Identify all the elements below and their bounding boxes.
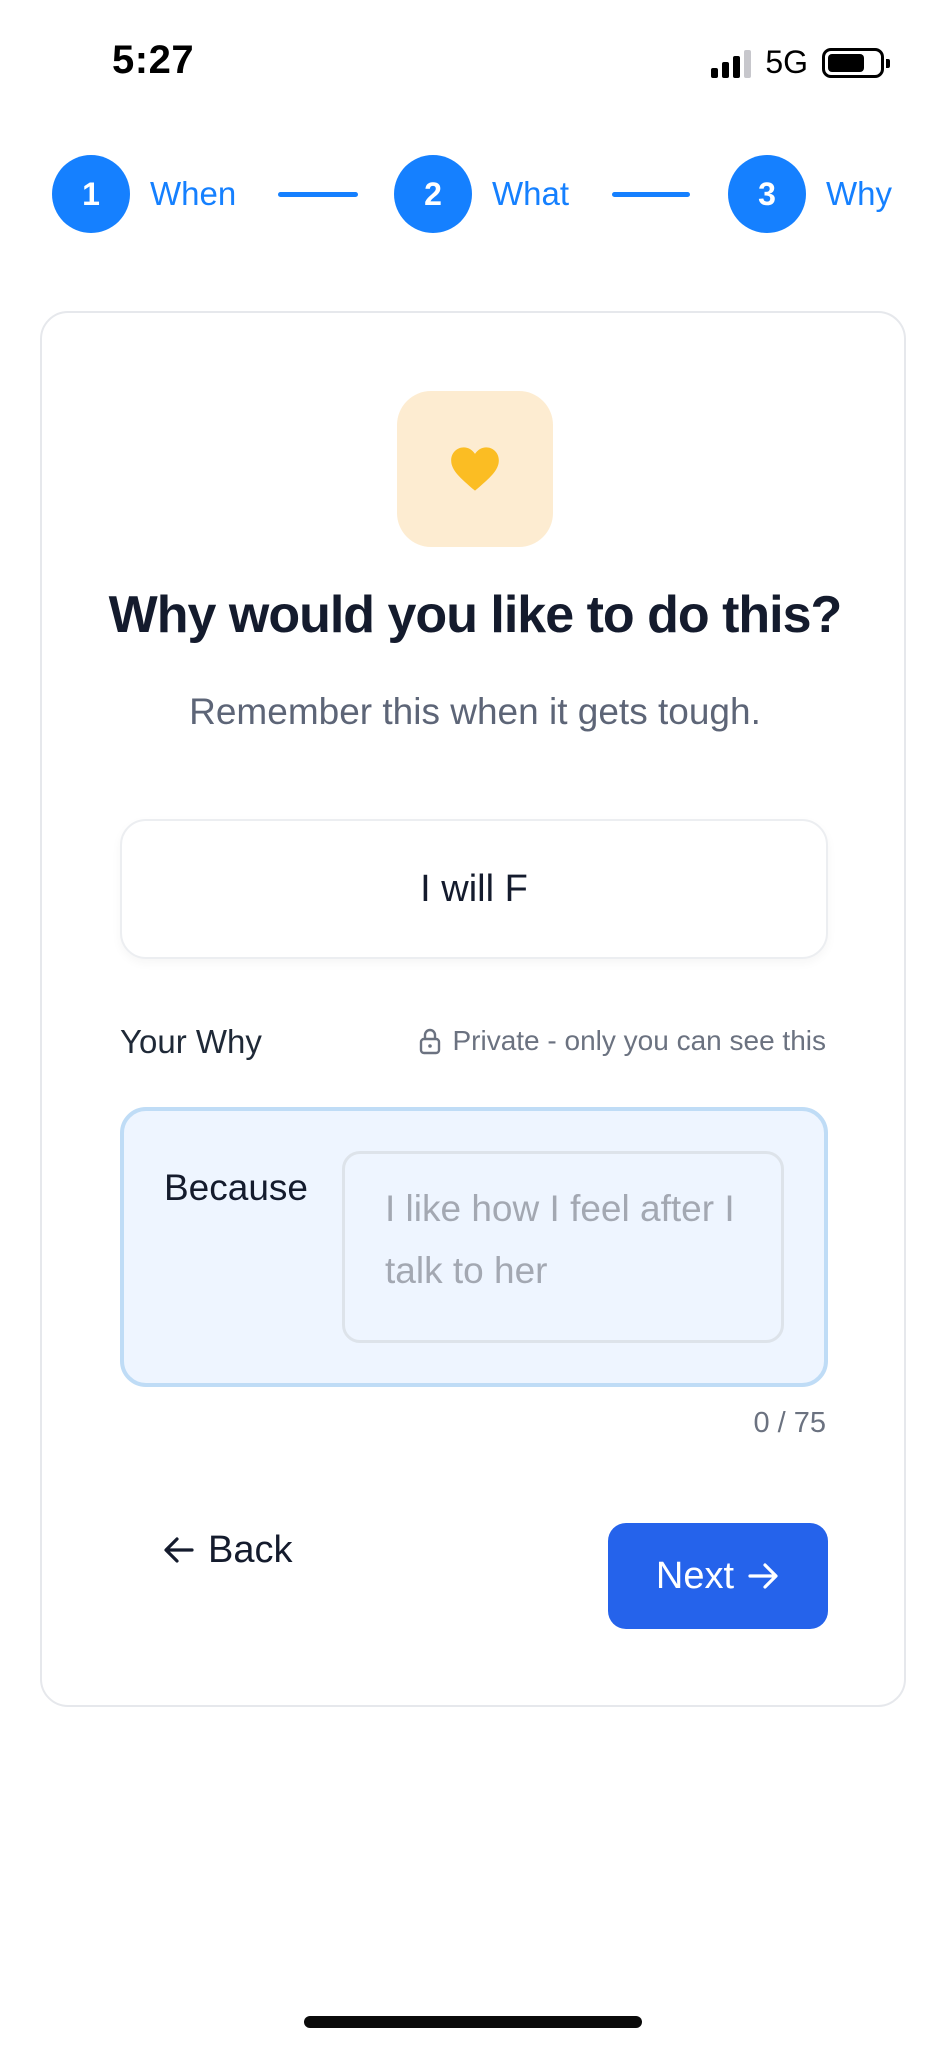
char-counter: 0 / 75 (753, 1407, 826, 1439)
step-label: When (150, 175, 237, 212)
arrow-right-icon (748, 1563, 778, 1589)
status-indicators: 5G (711, 44, 890, 81)
step-when[interactable]: 1 When (52, 155, 236, 233)
step-number: 3 (728, 155, 806, 233)
heart-icon (451, 447, 499, 491)
status-bar: 5:27 5G (0, 0, 946, 120)
why-label: Your Why (120, 1023, 262, 1060)
because-container: Because I like how I feel after I talk t… (120, 1107, 828, 1387)
step-connector (278, 192, 358, 197)
because-placeholder: I like how I feel after I talk to her (385, 1188, 735, 1291)
step-connector (612, 192, 690, 197)
privacy-text: Private - only you can see this (452, 1025, 826, 1056)
privacy-note: Private - only you can see this (418, 1025, 826, 1057)
step-number: 2 (394, 155, 472, 233)
arrow-left-icon (164, 1537, 194, 1563)
next-label: Next (655, 1554, 735, 1597)
card-subtitle: Remember this when it gets tough. (189, 691, 761, 732)
network-label: 5G (765, 44, 808, 80)
progress-stepper: 1 When 2 What 3 Why (52, 155, 902, 235)
back-button[interactable]: Back (162, 1513, 292, 1587)
heart-tile (397, 391, 553, 547)
step-number: 1 (52, 155, 130, 233)
battery-icon (822, 47, 890, 78)
step-label: Why (826, 175, 892, 212)
home-indicator[interactable] (304, 2016, 642, 2028)
lock-icon (420, 1028, 441, 1055)
step-what[interactable]: 2 What (394, 155, 569, 233)
intention-display: I will F (120, 819, 828, 959)
status-time: 5:27 (112, 38, 195, 82)
step-label: What (492, 175, 570, 212)
signal-icon (711, 48, 752, 78)
step-why[interactable]: 3 Why (728, 155, 892, 233)
next-button[interactable]: Next (608, 1523, 828, 1629)
screen: 5:27 5G 1 When 2 What 3 Why Why would yo… (0, 0, 946, 2048)
why-card: Why would you like to do this? Remember … (40, 311, 906, 1707)
because-label: Because (164, 1167, 308, 1208)
card-title: Why would you like to do this? (108, 586, 843, 644)
because-input[interactable]: I like how I feel after I talk to her (342, 1151, 784, 1343)
back-label: Back (208, 1528, 293, 1571)
